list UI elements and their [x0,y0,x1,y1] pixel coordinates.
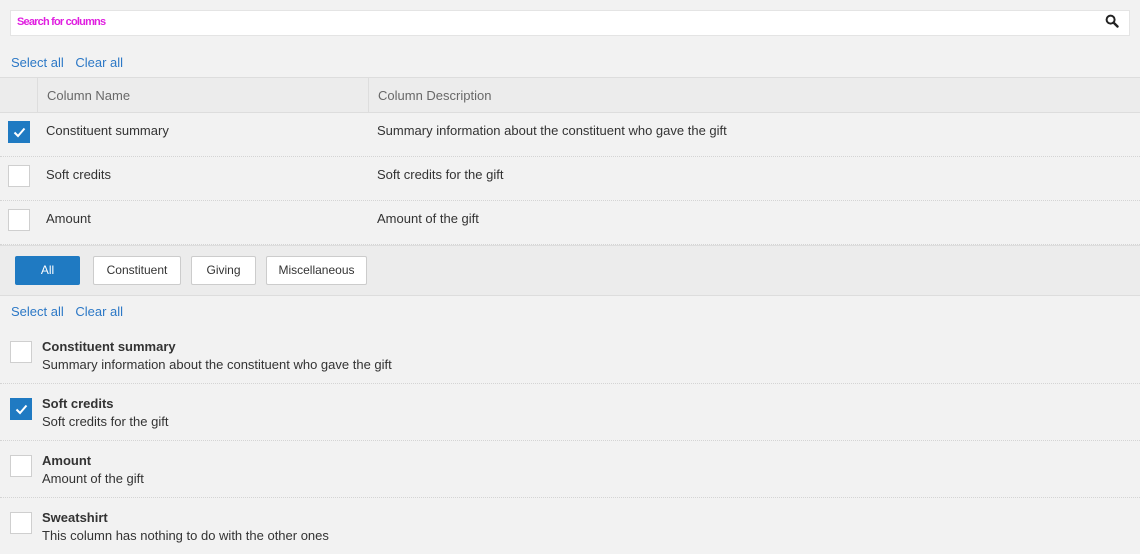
list-item[interactable]: Constituent summary Summary information a… [0,327,1140,384]
list-item-title: Amount [42,453,92,468]
header-column-description[interactable]: Column Description [369,78,1140,112]
row-checkbox[interactable] [8,121,30,143]
table-header: Column Name Column Description [0,77,1140,113]
column-name-cell: Amount [46,211,91,226]
list-item-title: Sweatshirt [42,510,108,525]
filter-giving-button[interactable]: Giving [191,256,256,285]
select-all-link[interactable]: Select all [11,55,64,70]
list-item[interactable]: Amount Amount of the gift [0,441,1140,498]
column-description-cell: Amount of the gift [377,211,479,226]
table-row[interactable]: Constituent summary Summary information a… [0,113,1140,157]
list-item[interactable]: Soft credits Soft credits for the gift [0,384,1140,441]
list-item-description: Summary information about the constituen… [42,357,392,372]
row-checkbox[interactable] [8,165,30,187]
search-value: Search for columns [17,16,106,28]
list-item-description: Soft credits for the gift [42,414,169,429]
row-checkbox[interactable] [10,398,32,420]
table-row[interactable]: Soft credits Soft credits for the gift [0,157,1140,201]
filter-constituent-button[interactable]: Constituent [93,256,181,285]
table-body: Constituent summary Summary information a… [0,113,1140,245]
row-checkbox[interactable] [8,209,30,231]
filter-miscellaneous-button[interactable]: Miscellaneous [266,256,367,285]
search-icon[interactable] [1105,14,1121,32]
clear-all-link[interactable]: Clear all [75,304,123,319]
select-all-link[interactable]: Select all [11,304,64,319]
list-item-title: Constituent summary [42,339,176,354]
header-column-name[interactable]: Column Name [38,78,369,112]
list-item-title: Soft credits [42,396,114,411]
list-item[interactable]: Sweatshirt This column has nothing to do … [0,498,1140,554]
filter-all-button[interactable]: All [15,256,80,285]
column-name-cell: Constituent summary [46,123,169,138]
header-checkbox-column [0,78,38,112]
category-filter-bar: All Constituent Giving Miscellaneous [0,245,1140,296]
clear-all-link[interactable]: Clear all [75,55,123,70]
top-selection-links: Select all Clear all [11,55,131,73]
search-input[interactable]: Search for columns [10,10,1130,36]
list-item-description: This column has nothing to do with the o… [42,528,329,543]
column-name-cell: Soft credits [46,167,112,182]
bottom-selection-links: Select all Clear all [11,304,131,322]
column-description-cell: Summary information about the constituen… [377,123,727,138]
column-description-cell: Soft credits for the gift [377,167,504,182]
row-checkbox[interactable] [10,341,32,363]
list-item-description: Amount of the gift [42,471,144,486]
row-checkbox[interactable] [10,455,32,477]
row-checkbox[interactable] [10,512,32,534]
column-checklist: Constituent summary Summary information a… [0,327,1140,554]
table-row[interactable]: Amount Amount of the gift [0,201,1140,245]
columns-table: Column Name Column Description Constitue… [0,77,1140,245]
